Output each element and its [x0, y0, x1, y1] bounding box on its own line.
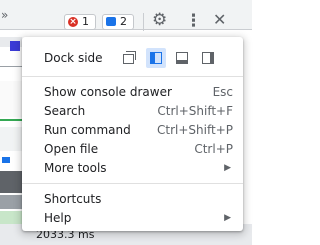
menu-item-more-tools[interactable]: More tools ▶: [22, 159, 243, 178]
message-icon: [106, 17, 116, 26]
toolbar-divider: [143, 13, 144, 31]
menu-separator: [22, 183, 243, 184]
timeline-track: [0, 127, 22, 151]
flame-block: [0, 195, 22, 209]
flame-block: [0, 171, 22, 193]
dock-left-button[interactable]: [146, 48, 166, 68]
menu-item-label: More tools: [44, 161, 107, 175]
menu-item-shortcut: Ctrl+Shift+P: [157, 123, 233, 137]
timeline-track: [0, 81, 23, 117]
menu-item-show-console-drawer[interactable]: Show console drawer Esc: [22, 83, 243, 102]
devtools-toolbar: » × 1 2 ⚙ ⋮ ✕: [0, 0, 252, 31]
kebab-menu-icon[interactable]: ⋮: [185, 11, 202, 31]
menu-item-search[interactable]: Search Ctrl+Shift+F: [22, 102, 243, 121]
menu-item-label: Run command: [44, 123, 131, 137]
error-count-badge[interactable]: × 1: [64, 14, 96, 30]
menu-item-help[interactable]: Help ▶: [22, 209, 243, 228]
menu-item-label: Shortcuts: [44, 192, 102, 206]
error-count: 1: [82, 15, 89, 28]
menu-item-label: Help: [44, 211, 72, 225]
dock-to-right-icon: [202, 52, 214, 64]
expand-chevron-icon[interactable]: »: [1, 8, 8, 22]
undock-icon-back: [126, 51, 136, 60]
timeline-gridline: [0, 66, 22, 67]
dock-to-bottom-icon: [176, 52, 188, 64]
menu-item-shortcut: Ctrl+Shift+F: [157, 104, 233, 118]
undock-button[interactable]: [120, 48, 140, 68]
dock-right-button[interactable]: [198, 48, 218, 68]
message-count: 2: [120, 15, 127, 28]
menu-item-open-file[interactable]: Open file Ctrl+P: [22, 140, 243, 159]
submenu-arrow-icon: ▶: [224, 163, 231, 173]
network-line: [0, 119, 22, 121]
submenu-arrow-icon: ▶: [224, 213, 231, 223]
close-icon[interactable]: ✕: [213, 10, 226, 30]
menu-item-shortcut: Esc: [212, 85, 233, 99]
menu-item-label: Search: [44, 104, 86, 118]
flame-block: [10, 41, 20, 51]
menu-item-shortcut: Ctrl+P: [194, 142, 233, 156]
menu-item-shortcuts[interactable]: Shortcuts: [22, 190, 243, 209]
menu-item-run-command[interactable]: Run command Ctrl+Shift+P: [22, 121, 243, 140]
gear-icon[interactable]: ⚙: [152, 10, 167, 30]
dock-side-label: Dock side: [44, 51, 103, 65]
flame-block: [0, 211, 22, 225]
flame-block: [2, 157, 10, 163]
dock-side-row: Dock side: [22, 45, 243, 71]
customize-devtools-menu: Dock side Show console drawer Esc Search…: [22, 37, 243, 231]
error-icon: ×: [68, 17, 78, 27]
menu-item-label: Show console drawer: [44, 85, 172, 99]
dock-to-left-icon: [150, 52, 162, 64]
menu-separator: [22, 76, 243, 77]
message-count-badge[interactable]: 2: [102, 14, 134, 30]
dock-bottom-button[interactable]: [172, 48, 192, 68]
menu-item-label: Open file: [44, 142, 99, 156]
